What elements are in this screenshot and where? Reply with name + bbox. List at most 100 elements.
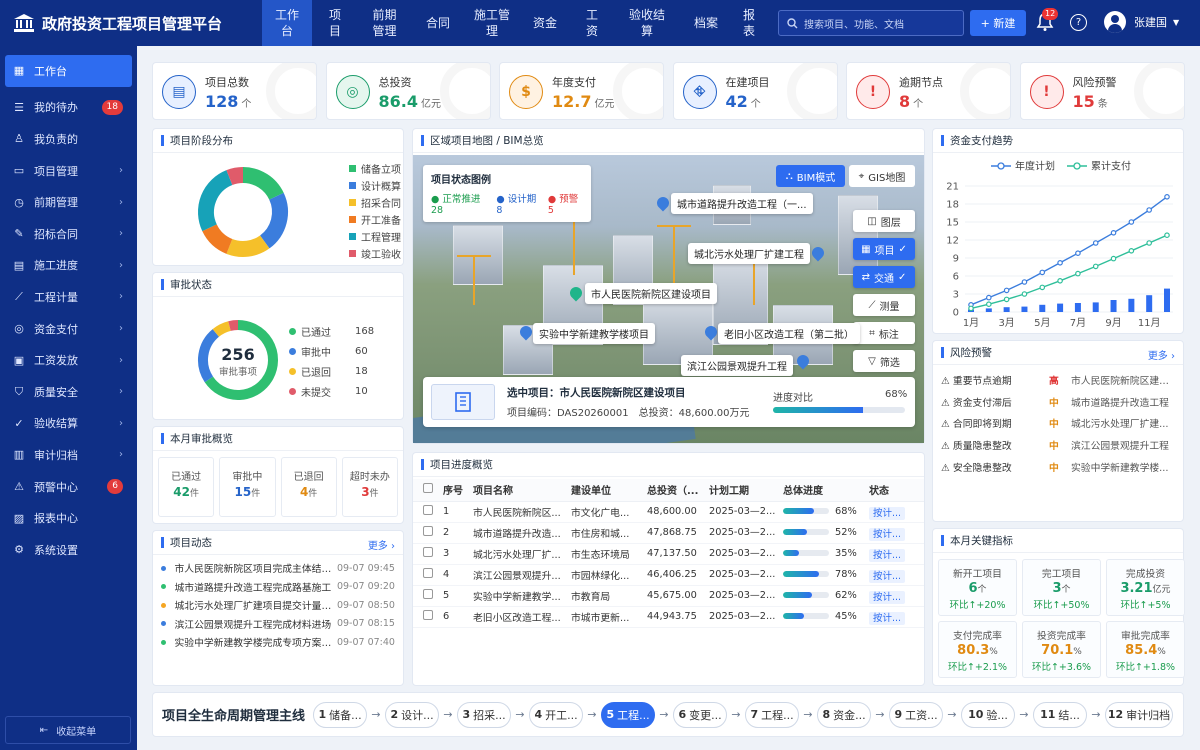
lifecycle-step[interactable]: 11 结... bbox=[1033, 701, 1088, 728]
stat-card[interactable]: ! 逾期节点 8 个 bbox=[846, 62, 1011, 120]
nav-workbench[interactable]: 工作台 bbox=[262, 0, 312, 46]
stat-card[interactable]: ⛗ 在建项目 42 个 bbox=[672, 62, 838, 120]
lifecycle-step[interactable]: 12 审计归档 bbox=[1105, 701, 1174, 728]
nav-reports[interactable]: 报表 bbox=[731, 0, 767, 46]
status-tag[interactable]: 按计... bbox=[869, 611, 906, 625]
row-checkbox[interactable] bbox=[413, 501, 443, 523]
new-button[interactable]: + 新建 bbox=[970, 10, 1026, 36]
map-pin-icon[interactable] bbox=[809, 244, 827, 262]
risk-item[interactable]: ⚠ 合同即将到期中城北污水处理厂扩建... bbox=[933, 413, 1183, 435]
table-row[interactable]: 5 实验中学新建教学... 市教育局 45,675.00 2025-03—2..… bbox=[413, 585, 924, 607]
sidebar-item[interactable]: ▣ 工资发放 › bbox=[0, 344, 137, 376]
row-checkbox[interactable] bbox=[413, 606, 443, 628]
map-label-road[interactable]: 城市道路提升改造工程（一... bbox=[671, 193, 813, 214]
table-row[interactable]: 3 城北污水处理厂扩... 市生态环境局 47,137.50 2025-03—2… bbox=[413, 543, 924, 565]
nav-archives[interactable]: 档案 bbox=[681, 0, 731, 46]
stat-card[interactable]: ▤ 项目总数 128 个 bbox=[152, 62, 317, 120]
monthly-metric[interactable]: 已退回 4件 bbox=[280, 457, 337, 517]
sidebar-item[interactable]: ▥ 审计归档 › bbox=[0, 439, 137, 471]
map-pin-icon[interactable] bbox=[654, 194, 672, 212]
sidebar-item[interactable]: ◎ 资金支付 › bbox=[0, 313, 137, 345]
traffic-tool[interactable]: ⇄ 交通 ✓ bbox=[853, 266, 915, 288]
filter-tool[interactable]: ▽ 筛选 bbox=[853, 350, 915, 372]
lifecycle-step[interactable]: 2 设计... bbox=[385, 701, 440, 728]
nav-project[interactable]: 项目 bbox=[312, 0, 358, 46]
monthly-metric[interactable]: 审批中 15件 bbox=[219, 457, 276, 517]
feed-item[interactable]: 实验中学新建教学楼完成专项方案评审 09-07 07:40 bbox=[161, 633, 395, 652]
feed-item[interactable]: 城北污水处理厂扩建项目提交计量申请 09-07 08:50 bbox=[161, 596, 395, 615]
notification-bell[interactable]: 12 bbox=[1036, 8, 1059, 34]
nav-construction[interactable]: 施工管理 bbox=[465, 0, 519, 46]
lifecycle-step[interactable]: 6 变更... bbox=[673, 701, 728, 728]
risk-item[interactable]: ⚠ 重要节点逾期高市人民医院新院区建设... bbox=[933, 369, 1183, 391]
status-tag[interactable]: 按计... bbox=[869, 548, 906, 562]
map-label-school[interactable]: 实验中学新建教学楼项目 bbox=[533, 323, 655, 344]
table-row[interactable]: 6 老旧小区改造工程... 市城市更新... 44,943.75 2025-03… bbox=[413, 606, 924, 628]
lifecycle-step[interactable]: 7 工程... bbox=[745, 701, 800, 728]
lifecycle-step[interactable]: 4 开工... bbox=[529, 701, 584, 728]
monthly-metric[interactable]: 已通过 42件 bbox=[158, 457, 215, 517]
sidebar-item[interactable]: ⛉ 质量安全 › bbox=[0, 376, 137, 408]
feed-item[interactable]: 滨江公园景观提升工程完成材料进场 09-07 08:15 bbox=[161, 615, 395, 634]
annotate-tool[interactable]: ⌗ 标注 bbox=[853, 322, 915, 344]
nav-funds[interactable]: 资金 bbox=[519, 0, 571, 46]
risk-item[interactable]: ⚠ 质量隐患整改中滨江公园景观提升工程 bbox=[933, 434, 1183, 456]
sidebar-item[interactable]: ♙ 我负责的 bbox=[0, 123, 137, 155]
collapse-menu-button[interactable]: ⇤ 收起菜单 bbox=[5, 716, 131, 744]
measure-tool[interactable]: ⟋ 测量 bbox=[853, 294, 915, 316]
lifecycle-step[interactable]: 5 工程... bbox=[601, 701, 656, 728]
kpi-card[interactable]: 完成投资 3.21亿元 环比↑+5% bbox=[1106, 559, 1185, 616]
kpi-card[interactable]: 完工项目 3个 环比↑+50% bbox=[1022, 559, 1101, 616]
map-label-park[interactable]: 滨江公园景观提升工程 bbox=[681, 355, 793, 376]
search-input[interactable]: 搜索项目、功能、文档 bbox=[778, 10, 964, 36]
map-label-hospital[interactable]: 市人民医院新院区建设项目 bbox=[585, 283, 717, 304]
layer-tool[interactable]: ◫ 图层 bbox=[853, 210, 915, 232]
sidebar-item[interactable]: ⚙ 系统设置 bbox=[0, 534, 137, 566]
lifecycle-step[interactable]: 9 工资... bbox=[889, 701, 944, 728]
lifecycle-step[interactable]: 8 资金... bbox=[817, 701, 872, 728]
stat-card[interactable]: $ 年度支付 12.7 亿元 bbox=[499, 62, 664, 120]
kpi-card[interactable]: 投资完成率 70.1% 环比↑+3.6% bbox=[1022, 621, 1101, 678]
table-row[interactable]: 4 滨江公园景观提升... 市园林绿化... 46,406.25 2025-03… bbox=[413, 564, 924, 586]
map-label-community[interactable]: 老旧小区改造工程（第二批） bbox=[718, 323, 860, 344]
feed-item[interactable]: 市人民医院新院区项目完成主体结构验收 09-07 09:45 bbox=[161, 559, 395, 578]
risk-item[interactable]: ⚠ 安全隐患整改中实验中学新建教学楼... bbox=[933, 456, 1183, 478]
row-checkbox[interactable] bbox=[413, 543, 443, 565]
row-checkbox[interactable] bbox=[413, 522, 443, 544]
sidebar-item[interactable]: ⟋ 工程计量 › bbox=[0, 281, 137, 313]
lifecycle-step[interactable]: 1 储备... bbox=[313, 701, 368, 728]
sidebar-item[interactable]: ▤ 施工进度 › bbox=[0, 250, 137, 282]
table-row[interactable]: 2 城市道路提升改造... 市住房和城... 47,868.75 2025-03… bbox=[413, 522, 924, 544]
row-checkbox[interactable] bbox=[413, 564, 443, 586]
status-tag[interactable]: 按计... bbox=[869, 569, 906, 583]
sidebar-item[interactable]: ◷ 前期管理 › bbox=[0, 186, 137, 218]
lifecycle-step[interactable]: 10 验... bbox=[961, 701, 1016, 728]
gis-map-button[interactable]: ⌖ GIS地图 bbox=[849, 165, 915, 187]
kpi-card[interactable]: 审批完成率 85.4% 环比↑+1.8% bbox=[1106, 621, 1185, 678]
sidebar-item[interactable]: ⚠ 预警中心 6 bbox=[0, 471, 137, 503]
status-tag[interactable]: 按计... bbox=[869, 527, 906, 541]
nav-wages[interactable]: 工资 bbox=[571, 0, 613, 46]
project-tool[interactable]: ▦ 项目 ✓ bbox=[853, 238, 915, 260]
row-checkbox[interactable] bbox=[413, 585, 443, 607]
sidebar-item[interactable]: ✎ 招标合同 › bbox=[0, 218, 137, 250]
sidebar-item[interactable]: ▭ 项目管理 › bbox=[0, 155, 137, 187]
bim-map-view[interactable]: 项目状态图例 ● 正常推进 28 ● 设计期 8 ● 预警 5 ⛬ BIM模式 ⌖ GI… bbox=[413, 155, 924, 443]
user-menu[interactable]: 张建国 ▼ bbox=[1104, 11, 1179, 33]
risk-more-link[interactable]: 更多 › bbox=[1148, 347, 1175, 362]
sidebar-item[interactable]: ✓ 验收结算 › bbox=[0, 408, 137, 440]
help-icon[interactable]: ? bbox=[1070, 14, 1087, 31]
stat-card[interactable]: ! 风险预警 15 条 bbox=[1019, 62, 1185, 120]
monthly-metric[interactable]: 超时未办 3件 bbox=[341, 457, 398, 517]
status-tag[interactable]: 按计... bbox=[869, 506, 906, 520]
stat-card[interactable]: ◎ 总投资 86.4 亿元 bbox=[325, 62, 491, 120]
bim-mode-button[interactable]: ⛬ BIM模式 bbox=[776, 165, 845, 187]
sidebar-item[interactable]: ▦ 工作台 bbox=[5, 55, 132, 87]
sidebar-item[interactable]: ▨ 报表中心 bbox=[0, 502, 137, 534]
status-tag[interactable]: 按计... bbox=[869, 590, 906, 604]
map-label-sewage[interactable]: 城北污水处理厂扩建工程 bbox=[688, 243, 810, 264]
table-row[interactable]: 1 市人民医院新院区... 市文化广电... 48,600.00 2025-03… bbox=[413, 501, 924, 523]
brand[interactable]: 政府投资工程项目管理平台 bbox=[0, 13, 262, 34]
nav-preliminary[interactable]: 前期管理 bbox=[358, 0, 411, 46]
feed-more-link[interactable]: 更多 › bbox=[368, 537, 395, 552]
